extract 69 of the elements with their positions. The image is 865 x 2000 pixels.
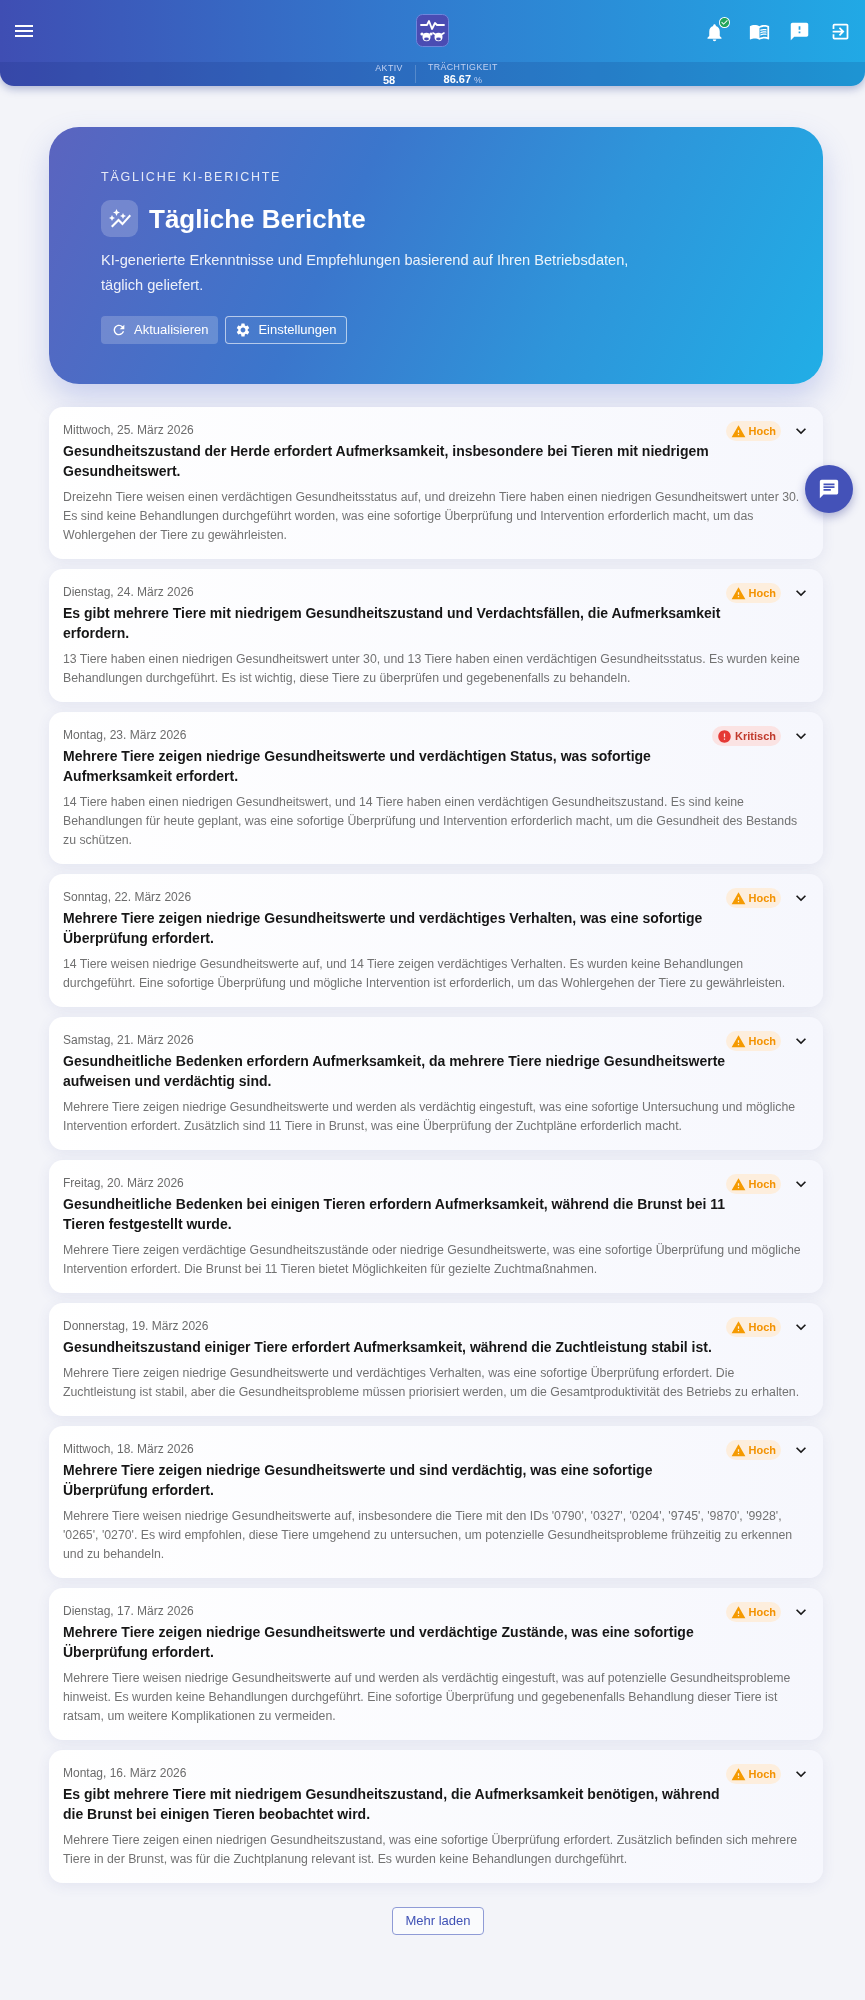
report-summary: 14 Tiere weisen niedrige Gesundheitswerte auf, und 14 Tiere zeigen verdächtiges Verhalten. Es wurden keine Behandlungen durchgeführt. Eine sofortige Überprüfung und mögliche Intervention ist erforderlich, um das Wohlergehen der Tiere zu gewährleisten.: [63, 956, 787, 992]
chat-button[interactable]: [805, 465, 853, 513]
priority-label: Hoch: [748, 1606, 776, 1618]
report-summary: Mehrere Tiere weisen niedrige Gesundheitswerte auf und werden als verdächtig eingestuft, was auf potenzielle Gesundheitsprobleme hinweist. Es wurden keine Behandlungen durchgeführt. Eine sofortige Überprüfung und gegebenenfalls Behandlung dieser Tiere ist ratsam, um weitere Komplikationen zu vermeiden.: [63, 1670, 792, 1725]
refresh-icon: [111, 322, 127, 338]
refresh-button[interactable]: Aktualisieren: [101, 316, 219, 344]
warning-icon: [730, 890, 746, 906]
report-title: Gesundheitszustand einiger Tiere erfordert Aufmerksamkeit, während die Zuchtleistung stabil ist.: [63, 1338, 713, 1357]
report-title: Gesundheitliche Bedenken bei einigen Tieren erfordern Aufmerksamkeit, während die Brunst bei 11 Tieren festgestellt wurde.: [63, 1195, 727, 1234]
report-summary: Mehrere Tiere weisen niedrige Gesundheitswerte auf, insbesondere die Tiere mit den IDs '0790', '0327', '0204', '9745', '9870', '9928', '0265', '0270'. Es wird empfohlen, diese Tiere umgehend zu untersuchen, um potenzielle Gesundheitsprobleme frühzeitig zu erkennen und zu behandeln.: [63, 1508, 794, 1563]
warning-icon: [730, 1176, 746, 1192]
stat-value: 58: [382, 73, 396, 86]
report-title: Es gibt mehrere Tiere mit niedrigem Gesundheitszustand und Verdachtsfällen, die Aufmerksamkeit erfordern.: [63, 604, 722, 643]
warning-icon: [730, 423, 746, 439]
warning-icon: [730, 585, 746, 601]
report-date: Dienstag, 17. März 2026: [63, 1603, 194, 1619]
report-date: Mittwoch, 25. März 2026: [63, 422, 194, 438]
priority-label: Kritisch: [735, 730, 776, 742]
hero-description: KI-generierte Erkenntnisse und Empfehlungen basierend auf Ihren Betriebsdaten, täglich geliefert.: [101, 251, 630, 295]
priority-label: Hoch: [748, 1444, 776, 1456]
report-title: Es gibt mehrere Tiere mit niedrigem Gesundheitszustand, die Aufmerksamkeit benötigen, während die Brunst bei einigen Tieren beobachtet wird.: [63, 1785, 721, 1824]
trend-sparkle-icon: [101, 200, 138, 237]
report-date: Sonntag, 22. März 2026: [63, 889, 192, 905]
report-summary: 14 Tiere haben einen niedrigen Gesundheitswert, und 14 Tiere haben einen verdächtigen Gesundheitszustand. Es sind keine Behandlungen für heute geplant, was eine sofortige Überprüfung und Intervention erforderlich macht, um die Gesundheit des Bestands zu schützen.: [63, 794, 799, 849]
warning-icon: [730, 1766, 746, 1782]
priority-label: Hoch: [748, 1321, 776, 1333]
priority-label: Hoch: [748, 1035, 776, 1047]
report-date: Montag, 16. März 2026: [63, 1765, 187, 1781]
report-summary: Dreizehn Tiere weisen einen verdächtigen Gesundheitsstatus auf, und dreizehn Tiere haben einen niedrigen Gesundheitswert unter 30. Es sind keine Behandlungen durchgeführt worden, was eine sofortige Überprüfung und Intervention erforderlich macht, um das Wohlergehen der Tiere zu gewährleisten.: [63, 489, 801, 544]
report-summary: Mehrere Tiere zeigen niedrige Gesundheitswerte und werden als verdächtig eingestuft, was eine sofortige Untersuchung und mögliche Intervention erfordert. Zusätzlich sind 11 Tiere in Brunst, was eine Überprüfung der Zuchtpläne erforderlich macht.: [63, 1099, 797, 1135]
priority-label: Hoch: [748, 587, 776, 599]
stat-value: 86.67: [443, 73, 472, 85]
warning-icon: [730, 1033, 746, 1049]
check-badge-icon: [719, 17, 730, 28]
report-title: Mehrere Tiere zeigen niedrige Gesundheitswerte und verdächtigen Status, was sofortige Aufmerksamkeit erfordert.: [63, 747, 652, 786]
report-title: Mehrere Tiere zeigen niedrige Gesundheitswerte und verdächtiges Verhalten, was eine sofortige Überprüfung erfordert.: [63, 909, 704, 948]
report-title: Gesundheitszustand der Herde erfordert Aufmerksamkeit, insbesondere bei Tieren mit niedrigem Gesundheitswert.: [63, 442, 710, 481]
report-summary: Mehrere Tiere zeigen verdächtige Gesundheitszustände oder niedrige Gesundheitswerte, was eine sofortige Überprüfung und mögliche Intervention erfordert. Die Brunst bei 11 Tieren bietet Möglichkeiten für gezielte Zuchtmaßnahmen.: [63, 1242, 802, 1278]
hero-eyebrow: TÄGLICHE KI-BERICHTE: [101, 169, 283, 185]
report-date: Freitag, 20. März 2026: [63, 1175, 184, 1191]
report-date: Samstag, 21. März 2026: [63, 1032, 194, 1048]
settings-icon: [235, 322, 252, 338]
report-summary: Mehrere Tiere zeigen niedrige Gesundheitswerte und verdächtiges Verhalten, was eine sofortige Überprüfung erfordert. Die Zuchtleistung ist stabil, aber die Gesundheitsprobleme müssen priorisiert werden, um die Gesamtproduktivität des Betriebs zu erhalten.: [63, 1365, 801, 1401]
report-title: Mehrere Tiere zeigen niedrige Gesundheitswerte und verdächtige Zustände, was eine sofortige Überprüfung erfordert.: [63, 1623, 695, 1662]
stat-label: TRÄCHTIGKEIT: [427, 62, 498, 73]
logo-icon: [416, 14, 449, 47]
report-title: Mehrere Tiere zeigen niedrige Gesundheitswerte und sind verdächtig, was eine sofortige Überprüfung erfordert.: [63, 1461, 654, 1500]
feedback-icon: [788, 20, 810, 42]
warning-icon: [730, 1442, 746, 1458]
report-summary: 13 Tiere haben einen niedrigen Gesundheitswert unter 30, und 13 Tiere haben einen verdächtigen Gesundheitsstatus. Es wurden keine Behandlungen durchgeführt. Es ist wichtig, diese Tiere zu überprüfen und gegebenenfalls zu behandeln.: [63, 651, 801, 687]
priority-label: Hoch: [748, 892, 776, 904]
stat-label: AKTIV: [375, 62, 403, 74]
report-summary: Mehrere Tiere zeigen einen niedrigen Gesundheitszustand, was eine sofortige Überprüfung erfordert. Zusätzlich befinden sich mehrere Tiere in der Brunst, was für die Zuchtplanung relevant ist. Es wurden keine Behandlungen durchgeführt.: [63, 1832, 799, 1868]
load-more-button[interactable]: Mehr laden: [392, 1907, 484, 1935]
warning-icon: [730, 1319, 746, 1335]
report-date: Montag, 23. März 2026: [63, 727, 187, 743]
chat-icon: [818, 478, 840, 500]
priority-label: Hoch: [748, 425, 776, 437]
feedback-button[interactable]: [788, 20, 810, 42]
warning-icon: [730, 1604, 746, 1620]
priority-label: Hoch: [748, 1178, 776, 1190]
report-date: Dienstag, 24. März 2026: [63, 584, 194, 600]
report-date: Donnerstag, 19. März 2026: [63, 1318, 209, 1334]
priority-label: Hoch: [748, 1768, 776, 1780]
stat-unit: %: [474, 74, 483, 86]
settings-button[interactable]: Einstellungen: [225, 316, 347, 344]
report-date: Mittwoch, 18. März 2026: [63, 1441, 194, 1457]
hero-title: Tägliche Berichte: [149, 202, 366, 236]
report-title: Gesundheitliche Bedenken erfordern Aufmerksamkeit, da mehrere Tiere niedrige Gesundheitswerte aufweisen und verdächtig sind.: [63, 1052, 727, 1091]
